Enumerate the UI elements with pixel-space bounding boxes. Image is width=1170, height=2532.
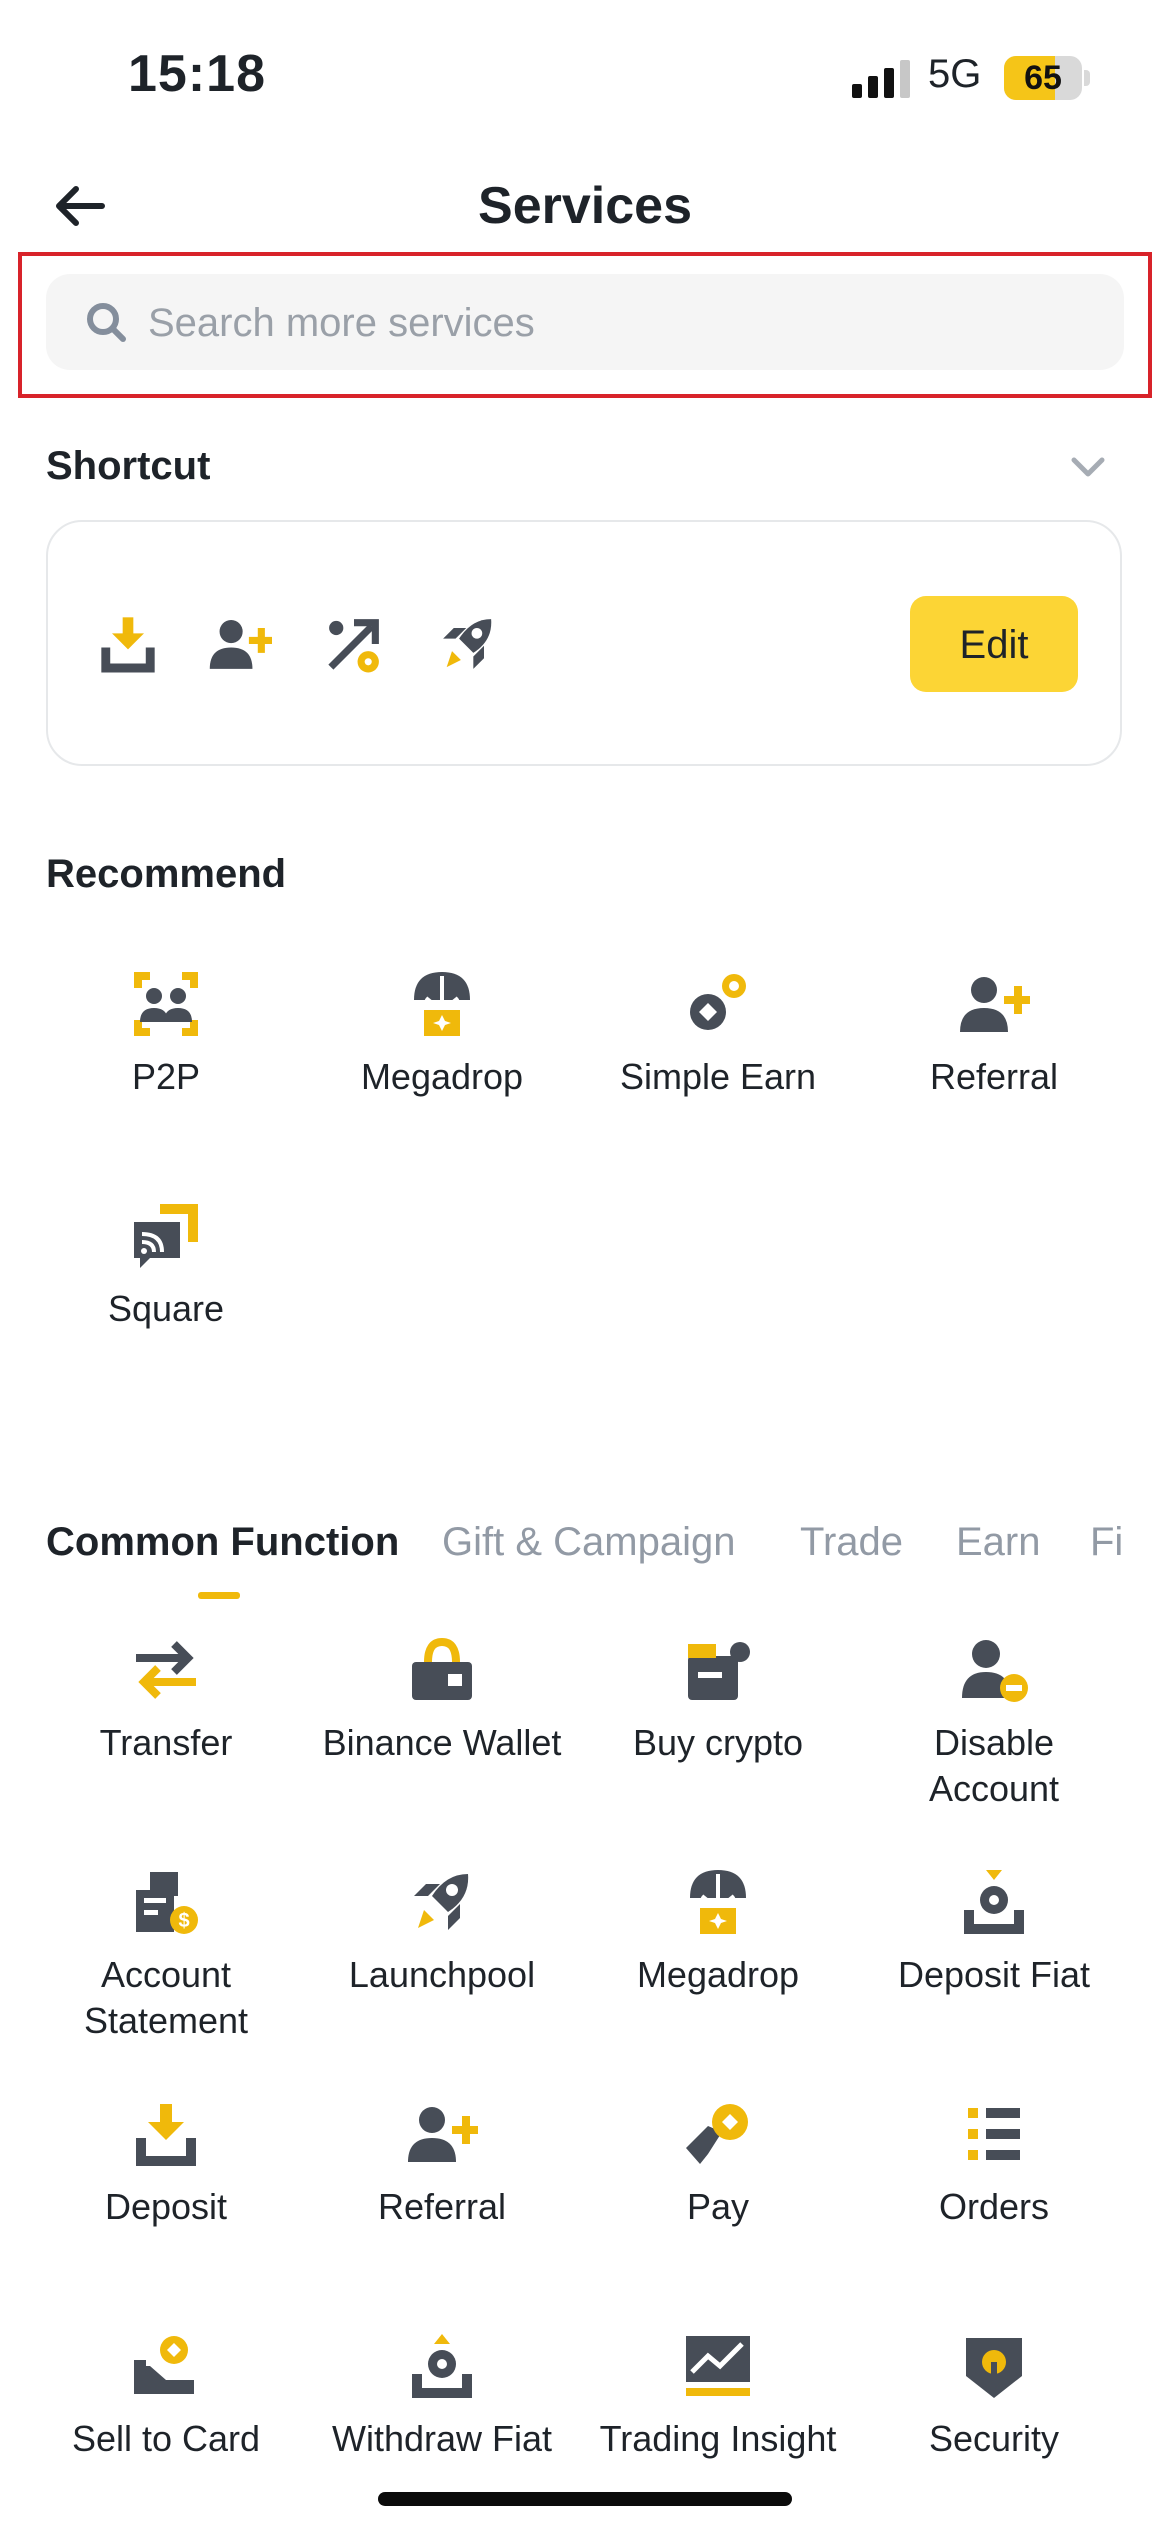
simple-earn-icon[interactable] [322,612,386,676]
home-indicator [378,2492,792,2506]
function-item-deposit[interactable]: Deposit [28,2098,304,2230]
function-label: Trading Insight [599,2418,837,2459]
function-item-security[interactable]: Security [856,2330,1132,2462]
p2p-icon [134,972,198,1036]
battery-icon: 65 [1004,56,1090,100]
megadrop-icon [414,972,470,1036]
buy-crypto-icon [688,1642,750,1700]
function-item-buy-crypto[interactable]: Buy crypto [580,1634,856,1766]
simple-earn-icon [690,974,746,1030]
function-label: Deposit [104,2186,228,2227]
tab-fi[interactable]: Fi [1090,1520,1123,1565]
recommend-item-p2p[interactable]: P2P [28,968,304,1100]
function-item-binance-wallet[interactable]: Binance Wallet [304,1634,580,1766]
function-item-pay[interactable]: Pay [580,2098,856,2230]
recommend-item-simple-earn[interactable]: Simple Earn [580,968,856,1100]
referral-icon [408,2107,478,2162]
function-label: Binance Wallet [322,1722,562,1763]
deposit-icon [136,2104,196,2166]
shortcut-title: Shortcut [46,444,211,488]
function-label: Security [928,2418,1060,2459]
function-label: Buy crypto [632,1722,804,1763]
function-label: Deposit Fiat [897,1954,1091,1995]
launchpool-icon [414,1874,469,1930]
deposit-fiat-icon [964,1870,1024,1934]
square-icon [134,1204,198,1268]
function-label: Disable Account [928,1722,1060,1809]
function-label: Referral [377,2186,507,2227]
referral-icon[interactable] [208,612,272,676]
function-item-withdraw-fiat[interactable]: Withdraw Fiat [304,2330,580,2462]
function-item-disable-account[interactable]: Disable Account [856,1634,1132,1812]
function-label: Account Statement [83,1954,249,2041]
transfer-icon [136,1641,196,1699]
recommend-item-megadrop[interactable]: Megadrop [304,968,580,1100]
trading-insight-icon [686,2336,750,2396]
function-label: Pay [686,2186,750,2227]
tab-common-function[interactable]: Common Function [46,1520,399,1565]
recommend-label: Megadrop [360,1056,524,1097]
sell-to-card-icon [134,2336,194,2394]
function-item-orders[interactable]: Orders [856,2098,1132,2230]
recommend-label: Square [107,1288,225,1329]
deposit-icon[interactable] [96,612,160,676]
network-type: 5G [928,52,982,96]
tab-gift-campaign[interactable]: Gift & Campaign [442,1520,735,1565]
recommend-item-square[interactable]: Square [28,1200,304,1332]
edit-button[interactable]: Edit [910,596,1078,692]
recommend-item-referral[interactable]: Referral [856,968,1132,1100]
referral-icon [960,977,1030,1032]
function-item-megadrop[interactable]: Megadrop [580,1866,856,1998]
function-label: Sell to Card [71,2418,261,2459]
search-input[interactable] [146,274,1100,372]
search-bar[interactable] [46,274,1124,372]
orders-icon [968,2108,1020,2160]
recommend-title: Recommend [46,852,287,896]
function-item-trading-insight[interactable]: Trading Insight [580,2330,856,2462]
status-time: 15:18 [128,45,266,103]
function-item-account-statement[interactable]: $ Account Statement [28,1866,304,2044]
function-label: Launchpool [348,1954,536,1995]
disable-account-icon [962,1640,1028,1702]
chevron-down-icon[interactable] [1068,452,1108,482]
function-item-referral[interactable]: Referral [304,2098,580,2230]
function-label: Orders [938,2186,1050,2227]
function-item-deposit-fiat[interactable]: Deposit Fiat [856,1866,1132,1998]
function-item-launchpool[interactable]: Launchpool [304,1866,580,1998]
tab-trade[interactable]: Trade [800,1520,903,1565]
pay-icon [686,2104,748,2164]
svg-text:$: $ [178,1910,189,1932]
wallet-icon [412,1637,472,1700]
tab-earn[interactable]: Earn [956,1520,1041,1565]
recommend-label: Simple Earn [619,1056,817,1097]
security-icon [966,2338,1022,2398]
search-icon [87,303,126,342]
cellular-signal-icon [852,60,910,98]
function-label: Withdraw Fiat [331,2418,553,2459]
function-item-transfer[interactable]: Transfer [28,1634,304,1766]
recommend-label: Referral [929,1056,1059,1097]
account-statement-icon: $ [136,1872,198,1934]
recommend-label: P2P [131,1056,201,1097]
battery-level: 65 [1024,59,1062,97]
active-tab-indicator [198,1592,240,1599]
withdraw-fiat-icon [412,2334,472,2398]
page-title: Services [478,177,692,235]
launchpool-icon[interactable] [436,612,500,676]
megadrop-icon [690,1870,746,1934]
function-label: Transfer [99,1722,233,1763]
function-item-sell-to-card[interactable]: Sell to Card [28,2330,304,2462]
function-label: Megadrop [636,1954,800,1995]
